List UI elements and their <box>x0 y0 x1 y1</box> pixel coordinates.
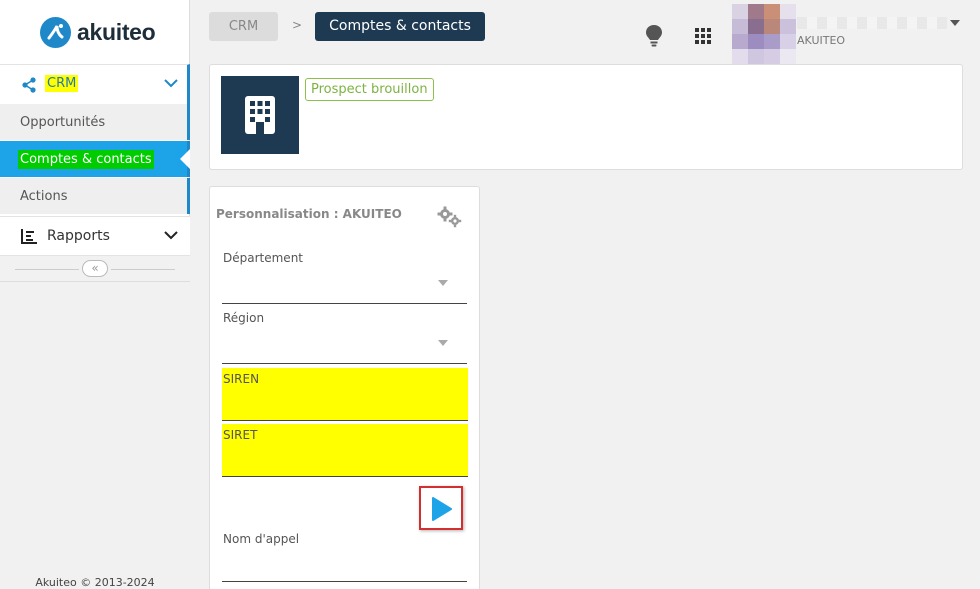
field-underline <box>222 363 467 364</box>
nom-appel-input[interactable] <box>222 555 467 581</box>
status-badge: Prospect brouillon <box>305 78 434 101</box>
sidebar-collapse-zone: « <box>0 256 190 282</box>
departement-label: Département <box>223 251 303 265</box>
user-name[interactable] <box>797 17 947 29</box>
sidebar-filler <box>0 282 190 589</box>
sidebar-item-label: Comptes & contacts <box>18 149 154 169</box>
sidebar-item-label: Opportunités <box>20 114 106 130</box>
field-underline <box>222 581 467 582</box>
user-menu-caret-icon[interactable] <box>950 20 960 26</box>
chart-icon <box>21 229 37 244</box>
sidebar-item-label: CRM <box>45 75 79 92</box>
siret-label: SIRET <box>223 428 258 442</box>
collapse-sidebar-button[interactable]: « <box>82 260 108 277</box>
chevron-down-icon[interactable] <box>438 280 448 286</box>
sidebar-item-comptes-contacts[interactable]: Comptes & contacts <box>0 141 190 177</box>
building-icon <box>245 96 275 134</box>
avatar[interactable] <box>732 4 796 64</box>
company-tile[interactable] <box>221 76 299 154</box>
user-company: AKUITEO <box>797 34 846 47</box>
apps-grid-icon[interactable] <box>695 28 711 44</box>
divider <box>111 269 175 270</box>
breadcrumb-separator: > <box>292 18 303 32</box>
logo-icon <box>40 16 71 48</box>
lightbulb-icon[interactable] <box>645 24 663 48</box>
chevron-down-icon <box>164 79 178 88</box>
gears-icon[interactable] <box>437 206 463 228</box>
siren-label: SIREN <box>223 372 260 386</box>
copyright: Akuiteo © 2013-2024 <box>35 576 155 589</box>
siren-field[interactable]: SIREN <box>222 368 468 421</box>
sidebar-item-label: Rapports <box>47 228 110 244</box>
nom-appel-label: Nom d'appel <box>223 532 300 546</box>
logo-text: akuiteo <box>77 18 156 45</box>
active-indicator <box>180 149 190 169</box>
chevron-down-icon[interactable] <box>438 340 448 346</box>
sidebar-item-opportunites[interactable]: Opportunités <box>0 104 190 140</box>
play-button[interactable] <box>419 486 463 530</box>
sidebar-item-crm[interactable]: CRM <box>0 64 190 104</box>
personalisation-title: Personnalisation : AKUITEO <box>216 207 402 221</box>
chevron-down-icon <box>164 231 178 240</box>
breadcrumb-crm[interactable]: CRM <box>209 12 278 41</box>
sidebar-item-label: Actions <box>20 188 68 204</box>
departement-select[interactable] <box>222 273 467 303</box>
share-icon <box>22 77 36 93</box>
field-underline <box>222 303 467 304</box>
play-icon <box>432 497 452 521</box>
breadcrumb-current[interactable]: Comptes & contacts <box>315 12 485 41</box>
region-label: Région <box>223 311 265 325</box>
region-select[interactable] <box>222 333 467 363</box>
divider <box>15 269 79 270</box>
app-logo[interactable]: akuiteo <box>40 16 156 48</box>
sidebar: akuiteo CRM Opportunités Comptes & conta… <box>0 0 190 589</box>
siret-field[interactable]: SIRET <box>222 424 468 477</box>
sidebar-item-rapports[interactable]: Rapports <box>0 216 190 256</box>
sidebar-item-actions[interactable]: Actions <box>0 178 190 214</box>
